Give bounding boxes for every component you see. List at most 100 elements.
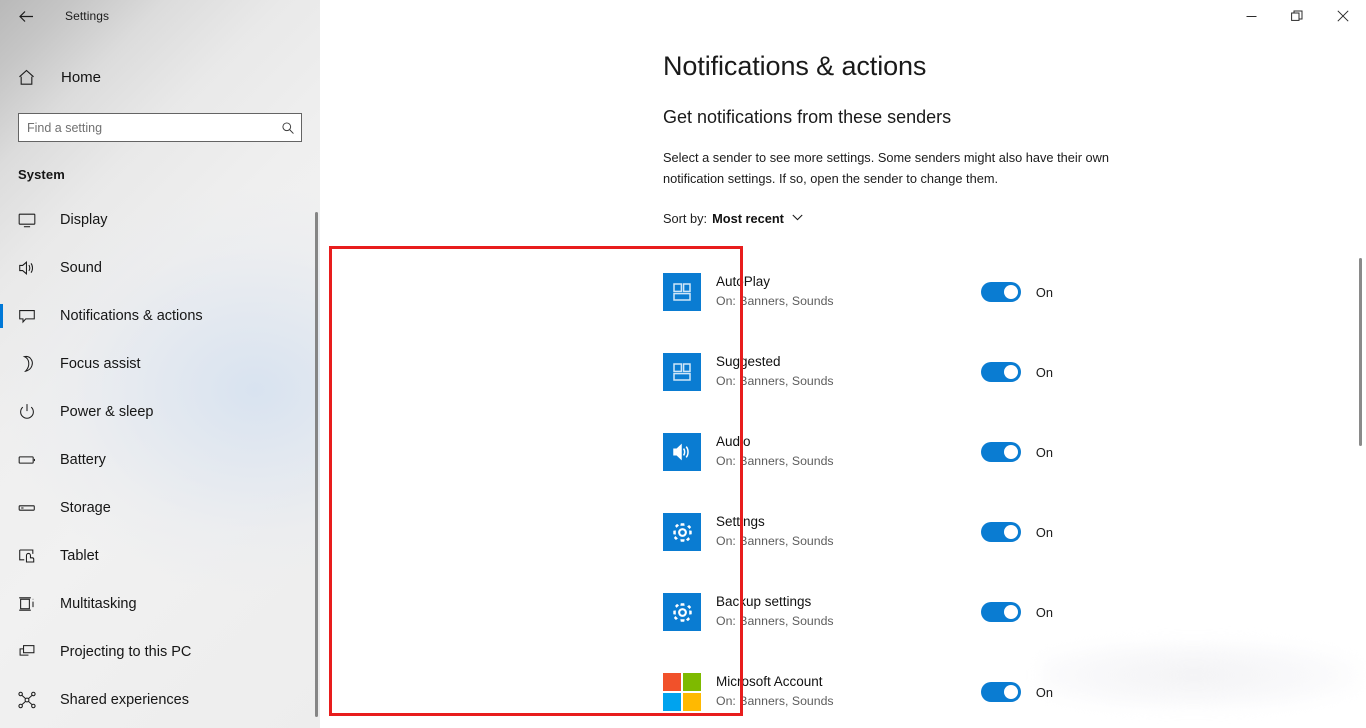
sender-status-detail: On: Banners, Sounds: [716, 453, 834, 468]
sidebar-item-label: Multitasking: [60, 596, 137, 612]
sidebar-nav-list: Display Sound Notifications & actions Fo…: [0, 196, 320, 724]
sidebar: Settings Home System: [0, 0, 320, 728]
chat-bubble-icon: [17, 304, 41, 328]
sender-name: Suggested: [716, 354, 781, 370]
sender-name: Settings: [716, 514, 765, 530]
page-title: Notifications & actions: [663, 51, 927, 81]
sidebar-item-battery[interactable]: Battery: [0, 436, 320, 484]
toggle-state-label: On: [1035, 604, 1053, 620]
group-description: Select a sender to see more settings. So…: [663, 150, 1109, 187]
list-item[interactable]: Backup settings On: Banners, Sounds On: [663, 572, 1053, 652]
sender-toggle[interactable]: [980, 282, 1021, 302]
sender-toggle[interactable]: [980, 682, 1021, 702]
restore-icon[interactable]: [1274, 0, 1320, 32]
sidebar-item-shared-experiences[interactable]: Shared experiences: [0, 676, 320, 724]
search-input[interactable]: [19, 114, 275, 141]
gear-icon: [663, 593, 701, 631]
close-icon[interactable]: [1320, 0, 1366, 32]
speaker-icon: [663, 433, 701, 471]
window-titlebar-left: Settings: [0, 0, 320, 32]
windows-logo-icon: [663, 673, 701, 711]
sender-toggle[interactable]: [980, 602, 1021, 622]
sender-status-detail: On: Banners, Sounds: [716, 373, 834, 388]
sender-toggle[interactable]: [980, 362, 1021, 382]
chevron-down-icon[interactable]: [792, 209, 803, 224]
sort-by-dropdown[interactable]: Sort by: Most recent: [663, 211, 803, 226]
toggle-knob: [1003, 525, 1018, 539]
moon-icon: [17, 352, 41, 376]
sidebar-scrollbar[interactable]: [315, 212, 318, 717]
list-item[interactable]: Microsoft Account On: Banners, Sounds On: [663, 652, 1053, 728]
sender-status-detail: On: Banners, Sounds: [716, 533, 834, 548]
sidebar-item-label: Storage: [60, 500, 111, 516]
toggle-state-label: On: [1035, 444, 1053, 460]
list-item[interactable]: Audio On: Banners, Sounds On: [663, 412, 1053, 492]
sidebar-item-label: Notifications & actions: [60, 308, 203, 324]
sidebar-item-focus-assist[interactable]: Focus assist: [0, 340, 320, 388]
sender-status-detail: On: Banners, Sounds: [716, 693, 834, 708]
sidebar-item-tablet[interactable]: Tablet: [0, 532, 320, 580]
sidebar-item-label: Power & sleep: [60, 404, 154, 420]
toggle-state-label: On: [1035, 684, 1053, 700]
logo-square-blue: [663, 693, 681, 711]
settings-window: Settings Home System: [0, 0, 1366, 728]
list-item[interactable]: Settings On: Banners, Sounds On: [663, 492, 1053, 572]
sender-toggle[interactable]: [980, 522, 1021, 542]
battery-icon: [17, 448, 41, 472]
main-content: Notifications & actions Get notification…: [320, 0, 1366, 728]
sender-name: Backup settings: [716, 594, 812, 610]
toggle-knob: [1003, 365, 1018, 379]
toggle-state-label: On: [1035, 284, 1053, 300]
logo-square-green: [683, 673, 701, 691]
sidebar-item-sound[interactable]: Sound: [0, 244, 320, 292]
sender-status-detail: On: Banners, Sounds: [716, 613, 834, 628]
minimize-icon[interactable]: [1228, 0, 1274, 32]
share-nodes-icon: [17, 688, 41, 712]
list-item[interactable]: AutoPlay On: Banners, Sounds On: [663, 252, 1053, 332]
selection-indicator: [0, 304, 3, 328]
tiles-icon: [663, 273, 701, 311]
search-icon[interactable]: [275, 121, 301, 135]
list-item[interactable]: Suggested On: Banners, Sounds On: [663, 332, 1053, 412]
speaker-icon: [17, 256, 41, 280]
sidebar-item-label: Focus assist: [60, 356, 141, 372]
sidebar-item-label: Battery: [60, 452, 106, 468]
sidebar-item-label: Shared experiences: [60, 692, 189, 708]
power-icon: [17, 400, 41, 424]
monitor-icon: [17, 208, 41, 232]
sender-toggle[interactable]: [980, 442, 1021, 462]
background-watermark: [1040, 640, 1360, 710]
notification-senders-list: AutoPlay On: Banners, Sounds On Suggeste…: [663, 252, 1053, 728]
sidebar-item-label: Sound: [60, 260, 102, 276]
back-arrow-icon[interactable]: [12, 2, 40, 30]
sidebar-item-multitasking[interactable]: Multitasking: [0, 580, 320, 628]
group-title: Get notifications from these senders: [663, 107, 952, 127]
sender-name: AutoPlay: [716, 274, 771, 290]
toggle-state-label: On: [1035, 364, 1053, 380]
sidebar-item-power-and-sleep[interactable]: Power & sleep: [0, 388, 320, 436]
sidebar-item-storage[interactable]: Storage: [0, 484, 320, 532]
sidebar-item-notifications-and-actions[interactable]: Notifications & actions: [0, 292, 320, 340]
sort-by-value: Most recent: [712, 211, 784, 227]
sender-name: Microsoft Account: [716, 674, 823, 690]
toggle-knob: [1003, 285, 1018, 299]
project-screen-icon: [17, 640, 41, 664]
drive-icon: [17, 496, 41, 520]
toggle-state-label: On: [1035, 524, 1053, 540]
tiles-icon: [663, 353, 701, 391]
sender-status-detail: On: Banners, Sounds: [716, 293, 834, 308]
gear-icon: [663, 513, 701, 551]
toggle-knob: [1003, 445, 1018, 459]
sidebar-item-label: Projecting to this PC: [60, 644, 192, 660]
search-box[interactable]: [18, 113, 302, 142]
multitasking-icon: [17, 592, 41, 616]
sidebar-item-display[interactable]: Display: [0, 196, 320, 244]
main-scrollbar[interactable]: [1359, 258, 1362, 446]
window-title: Settings: [65, 9, 110, 23]
sidebar-item-projecting-to-this-pc[interactable]: Projecting to this PC: [0, 628, 320, 676]
sidebar-item-home[interactable]: Home: [0, 57, 320, 97]
tablet-touch-icon: [17, 544, 41, 568]
sender-name: Audio: [716, 434, 751, 450]
window-controls: [1228, 0, 1366, 32]
sidebar-section-header: System: [18, 167, 65, 182]
